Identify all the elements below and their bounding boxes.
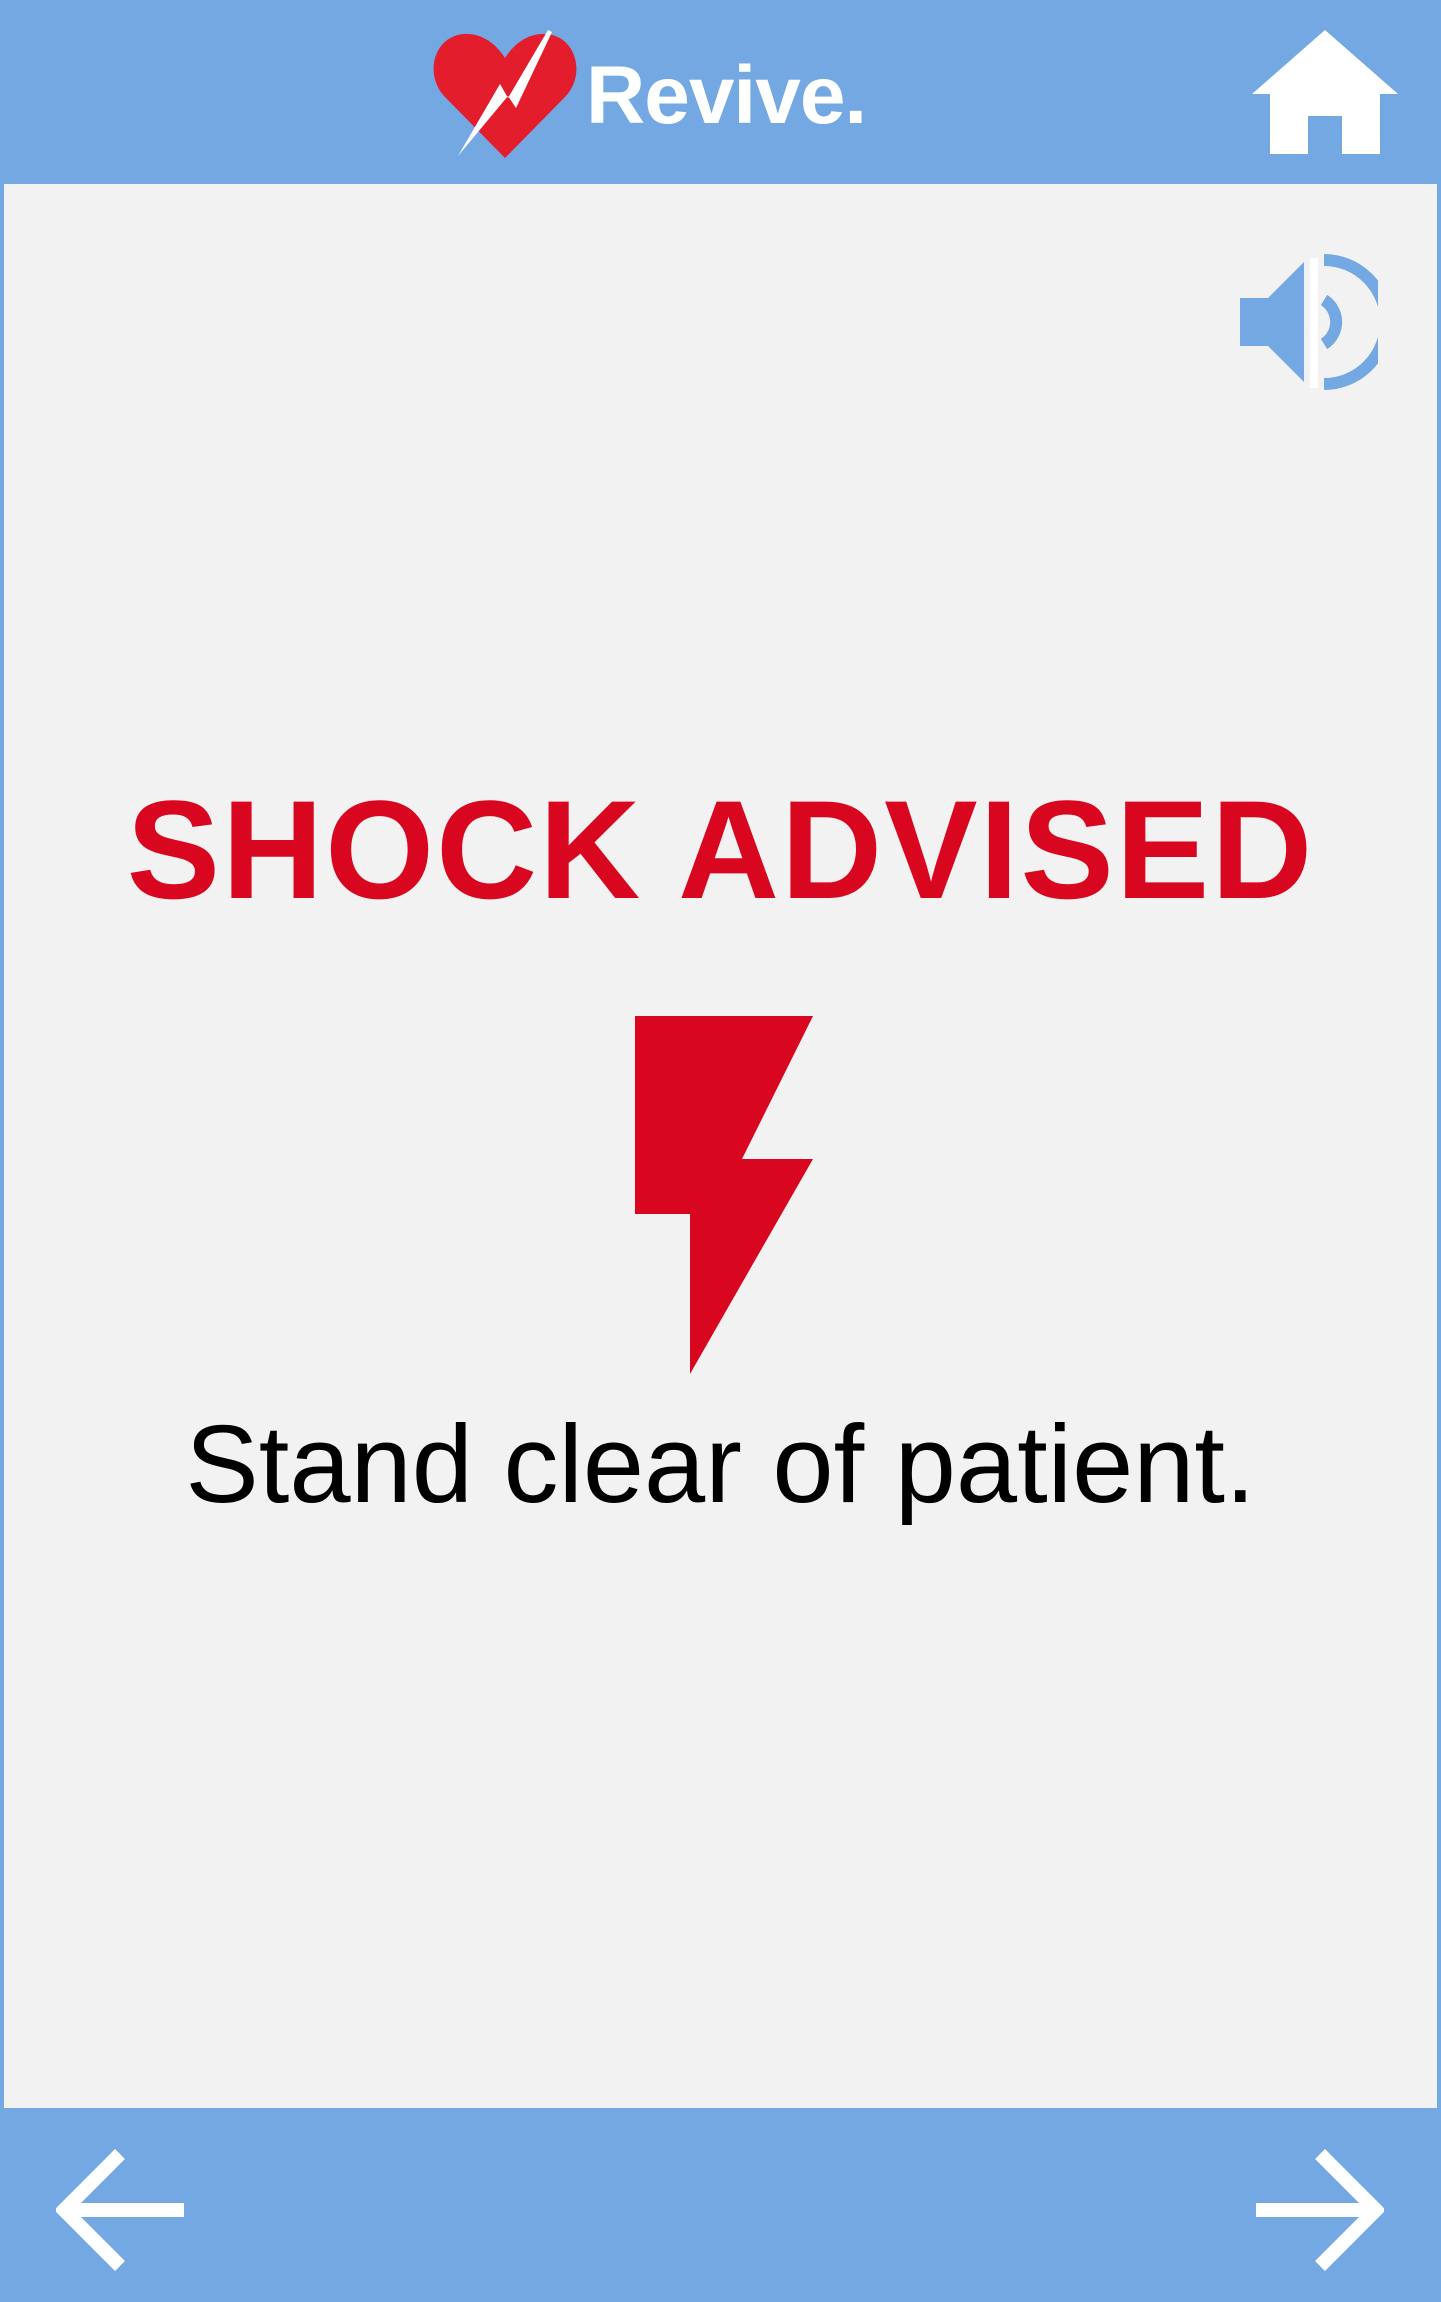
audio-button[interactable] bbox=[1234, 252, 1378, 392]
brand: Revive. bbox=[430, 26, 867, 166]
back-button[interactable] bbox=[56, 2148, 186, 2272]
app-screen: Revive. SHOCK ADVISED Stand clear of pat… bbox=[0, 0, 1441, 2302]
instruction-text: Stand clear of patient. bbox=[185, 1403, 1256, 1526]
footer-bar bbox=[0, 2108, 1441, 2302]
content-panel: SHOCK ADVISED Stand clear of patient. bbox=[4, 184, 1437, 2108]
brand-name: Revive. bbox=[586, 50, 867, 141]
home-icon bbox=[1252, 30, 1398, 154]
header-bar: Revive. bbox=[0, 0, 1441, 184]
speaker-icon bbox=[1240, 254, 1378, 390]
home-button[interactable] bbox=[1250, 26, 1400, 158]
arrow-left-icon bbox=[56, 2149, 184, 2271]
arrow-right-icon bbox=[1256, 2149, 1384, 2271]
next-button[interactable] bbox=[1254, 2148, 1384, 2272]
heart-bolt-logo-icon bbox=[433, 30, 577, 159]
alert-headline: SHOCK ADVISED bbox=[126, 771, 1315, 928]
lightning-bolt-icon bbox=[630, 1014, 815, 1376]
